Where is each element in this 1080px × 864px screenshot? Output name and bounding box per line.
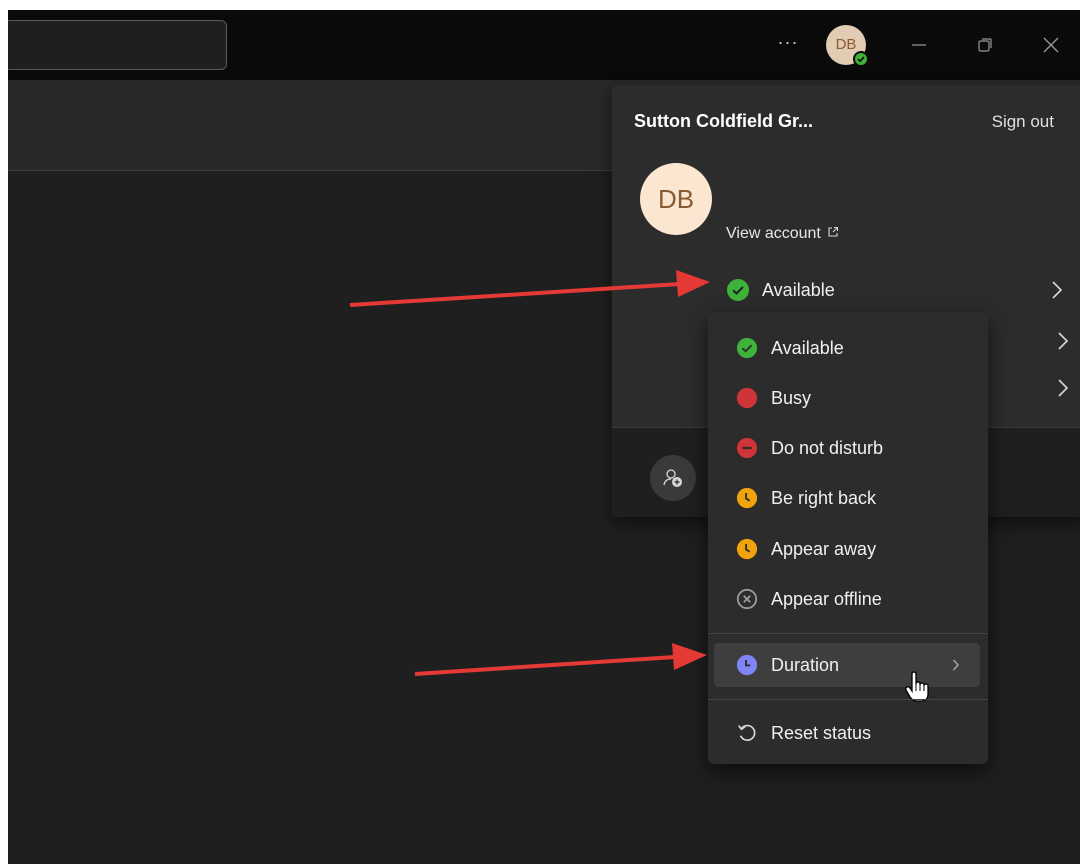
- busy-dot-icon: [736, 387, 758, 409]
- chevron-right-icon[interactable]: [1056, 331, 1070, 351]
- org-name: Sutton Coldfield Gr...: [634, 111, 813, 131]
- view-account-label: View account: [726, 225, 821, 242]
- account-avatar: DB: [640, 163, 712, 235]
- status-option-be-right-back[interactable]: Be right back: [714, 476, 980, 520]
- available-check-icon: [736, 337, 758, 359]
- close-button[interactable]: [1038, 32, 1064, 58]
- reset-arrow-icon: [738, 724, 756, 742]
- reset-status-menu-item[interactable]: Reset status: [714, 711, 980, 755]
- status-option-appear-offline[interactable]: Appear offline: [714, 577, 980, 621]
- more-options-button[interactable]: ···: [774, 32, 802, 58]
- duration-label: Duration: [771, 655, 840, 675]
- current-status-label: Available: [762, 280, 835, 300]
- status-option-appear-away[interactable]: Appear away: [714, 527, 980, 571]
- duration-menu-item[interactable]: Duration: [714, 643, 980, 702]
- app-window: ··· DB Sutton Coldfield Gr... Sign out D…: [8, 10, 1080, 864]
- clock-away-icon: [736, 538, 758, 560]
- menu-divider: [708, 699, 988, 700]
- view-account-link[interactable]: View account: [726, 225, 839, 243]
- menu-divider: [708, 633, 988, 634]
- chevron-right-icon: [1052, 281, 1063, 299]
- available-check-icon: [727, 279, 749, 301]
- status-option-label: Be right back: [771, 488, 877, 508]
- clock-duration-icon: [736, 654, 758, 676]
- status-option-available[interactable]: Available: [714, 326, 980, 370]
- status-option-do-not-disturb[interactable]: Do not disturb: [714, 426, 980, 470]
- do-not-disturb-icon: [736, 437, 758, 459]
- add-account-icon: [663, 469, 682, 487]
- search-input[interactable]: [8, 20, 227, 70]
- presence-available-icon: [853, 51, 869, 67]
- title-bar: ··· DB: [8, 10, 1080, 80]
- presence-status-row[interactable]: Available: [724, 273, 1076, 307]
- avatar-initials: DB: [835, 36, 857, 53]
- status-option-label: Busy: [771, 388, 812, 408]
- chevron-right-icon: [952, 659, 959, 671]
- sign-out-link[interactable]: Sign out: [992, 112, 1054, 132]
- minimize-button[interactable]: [906, 32, 932, 58]
- status-option-busy[interactable]: Busy: [714, 376, 980, 420]
- clock-away-icon: [736, 487, 758, 509]
- add-account-button[interactable]: [650, 455, 696, 501]
- status-menu: Available Busy Do not disturb Be right b…: [708, 312, 988, 764]
- reset-status-label: Reset status: [771, 723, 872, 743]
- external-link-icon: [828, 226, 838, 237]
- chevron-right-icon[interactable]: [1056, 378, 1070, 398]
- status-option-label: Appear offline: [771, 589, 882, 609]
- restore-button[interactable]: [972, 32, 998, 58]
- profile-avatar-button[interactable]: DB: [826, 25, 869, 67]
- status-option-label: Available: [771, 338, 844, 358]
- status-option-label: Appear away: [771, 539, 877, 559]
- offline-x-icon: [736, 588, 758, 610]
- status-option-label: Do not disturb: [771, 438, 884, 458]
